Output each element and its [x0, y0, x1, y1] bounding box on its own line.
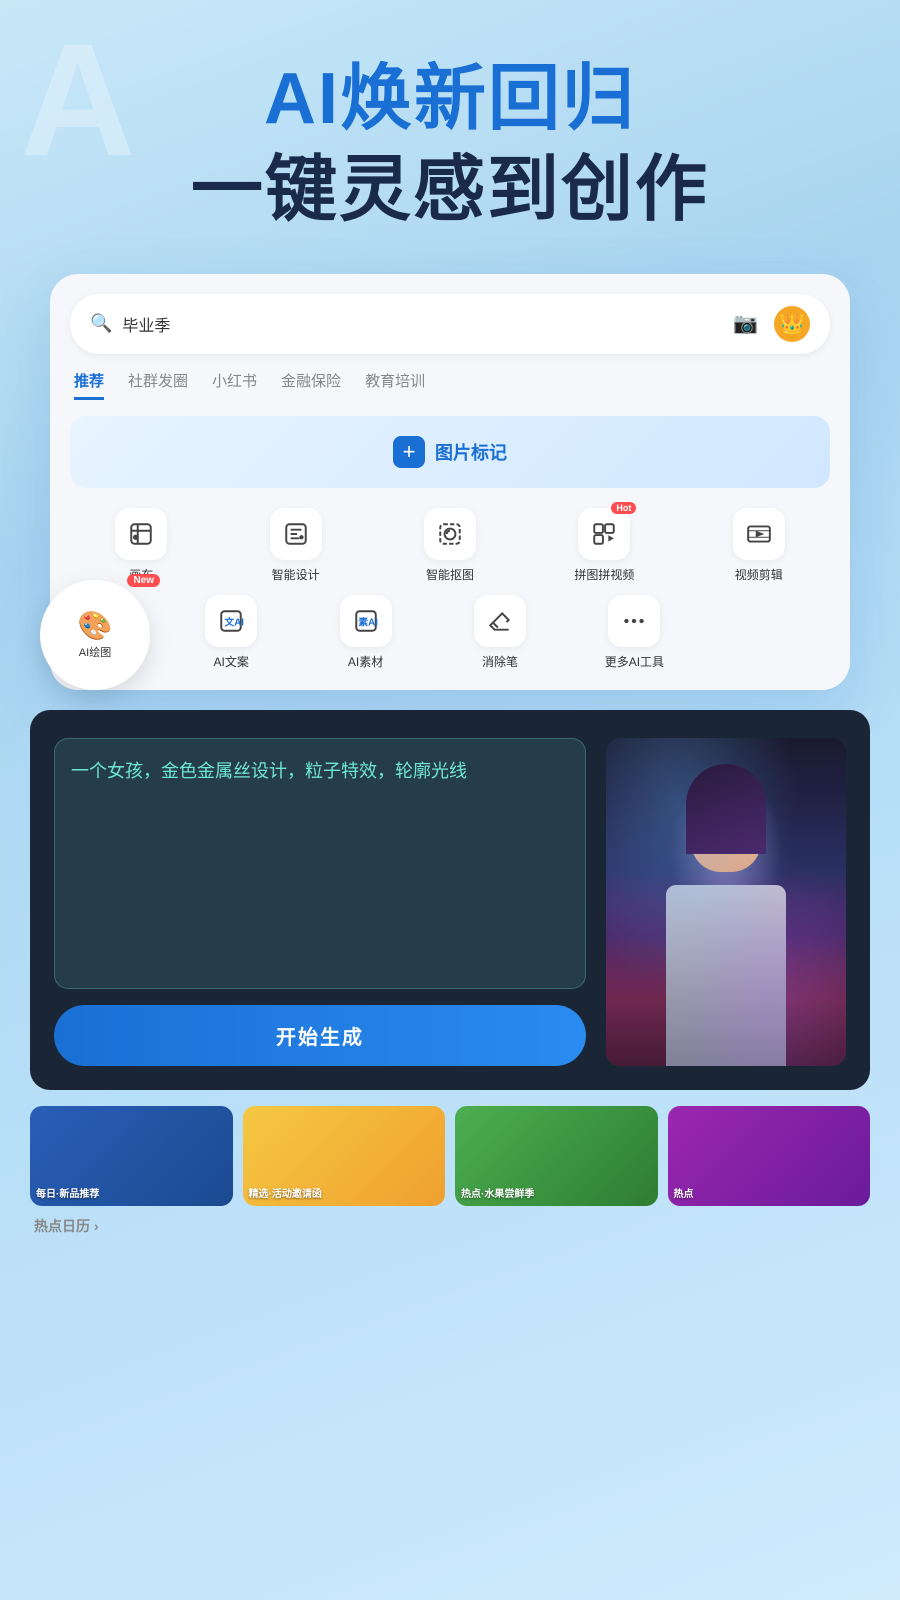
tab-xiaohongshu[interactable]: 小红书 [212, 370, 257, 400]
tool-smart-design[interactable]: 智能设计 [224, 508, 366, 583]
hero-title-line2: 一键灵感到创作 [40, 147, 860, 233]
ai-gen-left-panel: 一个女孩，金色金属丝设计，粒子特效，轮廓光线 开始生成 [54, 738, 586, 1066]
tool-canvas[interactable]: 画布 [70, 508, 212, 583]
tab-education[interactable]: 教育培训 [365, 370, 425, 400]
ai-drawing-label: AI绘图 [79, 644, 111, 660]
video-edit-icon [733, 508, 785, 560]
ai-gen-prompt-text: 一个女孩，金色金属丝设计，粒子特效，轮廓光线 [71, 757, 569, 786]
tab-bar: 推荐 社群发圈 小红书 金融保险 教育培训 [70, 370, 830, 400]
hero-title-highlight: 回归 [488, 59, 636, 139]
hero-title-ai: AI焕新 [264, 59, 488, 139]
thumbnail-hot[interactable]: 热点 [668, 1106, 871, 1206]
tools-grid-row2: 文AI AI文案 素AI AI素材 [70, 595, 830, 670]
hot-calendar-link[interactable]: 热点日历› [30, 1218, 99, 1235]
eraser-icon [474, 595, 526, 647]
tool-video-edit-label: 视频剪辑 [735, 566, 783, 583]
tab-recommend[interactable]: 推荐 [74, 370, 104, 400]
tool-smart-design-label: 智能设计 [272, 566, 320, 583]
thumbnail-fruit-season-label: 热点·水果尝鲜季 [461, 1185, 652, 1200]
new-badge: New [127, 574, 160, 587]
search-bar[interactable]: 🔍 毕业季 📷 👑 [70, 294, 830, 354]
image-mark-banner[interactable]: + 图片标记 [70, 416, 830, 488]
hot-calendar-label: 热点日历 [34, 1218, 90, 1234]
ai-girl-hair [686, 764, 766, 854]
tab-finance[interactable]: 金融保险 [281, 370, 341, 400]
thumbnail-event-invite-label: 精选·活动邀请函 [249, 1185, 440, 1200]
svg-text:文AI: 文AI [225, 615, 245, 628]
ai-girl-illustration [606, 738, 846, 1066]
tool-eraser[interactable]: 消除笔 [439, 595, 561, 670]
thumbnail-fruit-season[interactable]: 热点·水果尝鲜季 [455, 1106, 658, 1206]
tool-smart-cutout[interactable]: 智能抠图 [379, 508, 521, 583]
app-card: 🔍 毕业季 📷 👑 推荐 社群发圈 小红书 金融保险 教育培训 + 图片标记 画… [50, 274, 850, 690]
hot-badge: Hot [611, 502, 636, 514]
search-icon: 🔍 [90, 313, 112, 334]
tools-row2-wrapper: 🎨 AI绘图 New 文AI AI文案 素AI [70, 595, 830, 670]
ai-gen-start-button[interactable]: 开始生成 [54, 1005, 586, 1066]
banner-label: 图片标记 [435, 439, 507, 465]
camera-icon[interactable]: 📷 [733, 311, 758, 336]
banner-plus-button[interactable]: + [393, 436, 425, 468]
tool-eraser-label: 消除笔 [482, 653, 518, 670]
ai-gen-prompt-box[interactable]: 一个女孩，金色金属丝设计，粒子特效，轮廓光线 [54, 738, 586, 989]
vip-crown-icon[interactable]: 👑 [774, 306, 810, 342]
hot-calendar-section: 热点日历› [30, 1216, 870, 1236]
tool-collage-video[interactable]: Hot 拼图拼视频 [533, 508, 675, 583]
ai-gen-card: 一个女孩，金色金属丝设计，粒子特效，轮廓光线 开始生成 [30, 710, 870, 1090]
ai-drawing-icon: 🎨 [78, 609, 113, 642]
ai-material-icon: 素AI [340, 595, 392, 647]
hero-section: AI焕新回归 一键灵感到创作 [0, 0, 900, 254]
canvas-icon [115, 508, 167, 560]
smart-cutout-icon [424, 508, 476, 560]
ai-drawing-bubble[interactable]: 🎨 AI绘图 New [40, 580, 150, 690]
bottom-thumbnails: 每日·新品推荐 精选·活动邀请函 热点·水果尝鲜季 热点 [30, 1106, 870, 1206]
thumbnail-daily-new[interactable]: 每日·新品推荐 [30, 1106, 233, 1206]
tool-more-ai[interactable]: 更多AI工具 [573, 595, 695, 670]
tool-ai-material-label: AI素材 [348, 653, 383, 670]
search-input-text: 毕业季 [122, 312, 733, 336]
tool-smart-cutout-label: 智能抠图 [426, 566, 474, 583]
svg-text:素AI: 素AI [358, 615, 378, 628]
tool-ai-copy[interactable]: 文AI AI文案 [170, 595, 292, 670]
smart-design-icon [270, 508, 322, 560]
thumbnail-hot-label: 热点 [674, 1185, 865, 1200]
tools-grid-row1: 画布 智能设计 智能抠图 [70, 508, 830, 583]
collage-video-icon: Hot [578, 508, 630, 560]
tab-social[interactable]: 社群发圈 [128, 370, 188, 400]
tool-ai-material[interactable]: 素AI AI素材 [304, 595, 426, 670]
ai-gen-image-panel [606, 738, 846, 1066]
tool-collage-video-label: 拼图拼视频 [574, 566, 634, 583]
thumbnail-event-invite[interactable]: 精选·活动邀请函 [243, 1106, 446, 1206]
tool-more-ai-label: 更多AI工具 [605, 653, 664, 670]
ai-copy-icon: 文AI [205, 595, 257, 647]
hero-title-line1: AI焕新回归 [40, 60, 860, 139]
more-ai-icon [608, 595, 660, 647]
tool-video-edit[interactable]: 视频剪辑 [688, 508, 830, 583]
tool-ai-copy-label: AI文案 [214, 653, 249, 670]
hot-calendar-arrow: › [94, 1218, 99, 1234]
thumbnail-daily-new-label: 每日·新品推荐 [36, 1185, 227, 1200]
